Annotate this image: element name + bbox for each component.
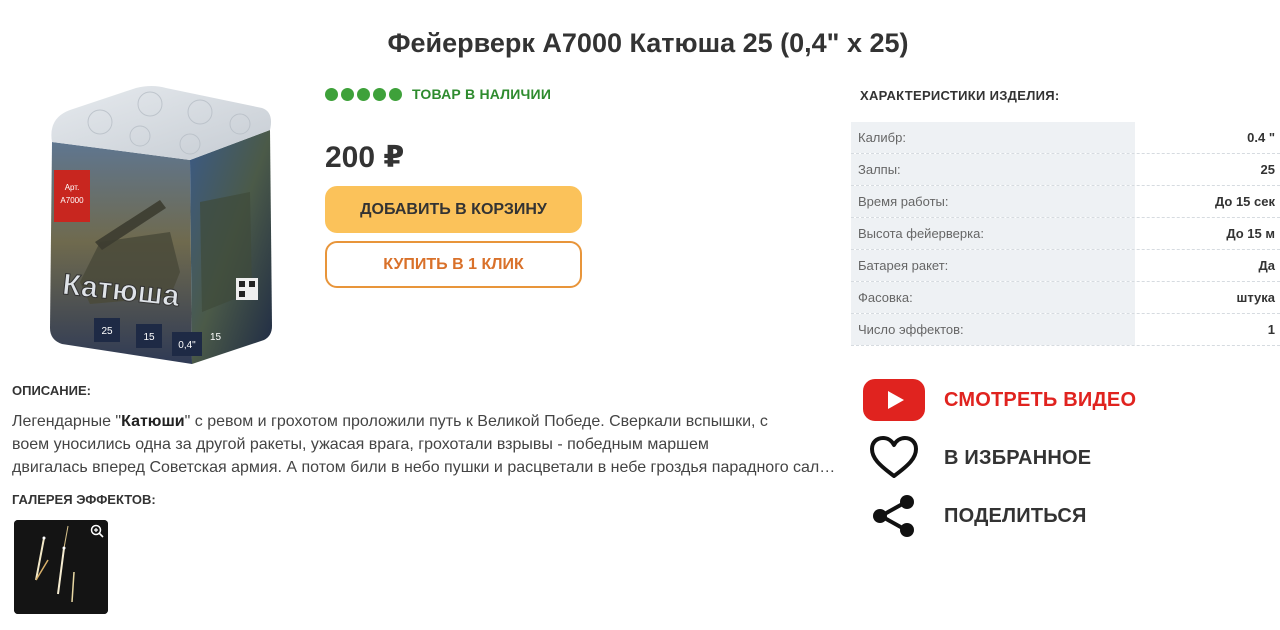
description-highlight: Катюши	[121, 413, 185, 430]
description-line: воем уносились одна за другой ракеты, уж…	[12, 436, 709, 453]
svg-text:15: 15	[143, 332, 155, 343]
stock-dot	[389, 87, 402, 101]
svg-text:15: 15	[210, 332, 222, 343]
add-to-cart-button[interactable]: ДОБАВИТЬ В КОРЗИНУ	[325, 186, 582, 233]
watch-video-label: СМОТРЕТЬ ВИДЕО	[944, 388, 1137, 411]
share-label: ПОДЕЛИТЬСЯ	[944, 504, 1087, 527]
spec-value: штука	[1236, 290, 1276, 305]
stock-dot	[373, 87, 386, 101]
buy-one-click-button[interactable]: КУПИТЬ В 1 КЛИК	[325, 241, 582, 288]
spec-name: Время работы:	[851, 186, 1135, 217]
gallery-title: ГАЛЕРЕЯ ЭФФЕКТОВ:	[12, 492, 156, 507]
spec-row: Калибр: 0.4 "	[851, 122, 1280, 154]
add-to-favorites-label: В ИЗБРАННОЕ	[944, 446, 1092, 469]
description-fragment: " с ревом и грохотом проложили путь к Ве…	[184, 413, 768, 430]
description-title: ОПИСАНИЕ:	[12, 383, 91, 398]
description-line: двигалась вперед Советская армия. А пото…	[12, 459, 842, 476]
svg-text:0,4": 0,4"	[178, 340, 196, 351]
spec-row: Время работы: До 15 сек	[851, 186, 1280, 218]
stock-rating-dots	[325, 87, 402, 101]
spec-value: До 15 м	[1226, 226, 1275, 241]
spec-value: 0.4 "	[1247, 130, 1275, 145]
spec-name: Залпы:	[851, 154, 1135, 185]
spec-row: Фасовка: штука	[851, 282, 1280, 314]
spec-row: Батарея ракет: Да	[851, 250, 1280, 282]
heart-icon	[863, 436, 925, 480]
specs-title: ХАРАКТЕРИСТИКИ ИЗДЕЛИЯ:	[860, 88, 1060, 103]
spec-row: Залпы: 25	[851, 154, 1280, 186]
watch-video-link[interactable]: СМОТРЕТЬ ВИДЕО	[863, 378, 1136, 422]
specs-table: Калибр: 0.4 " Залпы: 25 Время работы: До…	[851, 122, 1280, 346]
spec-name: Число эффектов:	[851, 314, 1135, 345]
stock-dot	[357, 87, 370, 101]
description-fragment: Легендарные "	[12, 413, 122, 430]
share-icon	[863, 494, 925, 538]
product-image[interactable]: Арт. А7000 Катюша 25 15 0,4" 15	[40, 82, 280, 372]
spec-value: 1	[1267, 322, 1275, 337]
stock-dot	[341, 87, 354, 101]
svg-text:А7000: А7000	[60, 196, 84, 205]
add-to-favorites-link[interactable]: В ИЗБРАННОЕ	[863, 436, 1091, 480]
stock-status: ТОВАР В НАЛИЧИИ	[325, 86, 551, 102]
stock-dot	[325, 87, 338, 101]
spec-value: До 15 сек	[1214, 194, 1275, 209]
youtube-play-icon	[863, 378, 925, 422]
spec-value: Да	[1258, 258, 1276, 273]
spec-name: Батарея ракет:	[851, 250, 1135, 281]
spec-value: 25	[1260, 162, 1275, 177]
firework-battery-box-image: Арт. А7000 Катюша 25 15 0,4" 15	[50, 86, 272, 364]
spec-row: Высота фейерверка: До 15 м	[851, 218, 1280, 250]
description-line: Легендарные "Катюши" с ревом и грохотом …	[12, 410, 842, 433]
svg-text:Арт.: Арт.	[65, 183, 80, 192]
spec-name: Высота фейерверка:	[851, 218, 1135, 249]
spec-name: Фасовка:	[851, 282, 1135, 313]
stock-label: ТОВАР В НАЛИЧИИ	[412, 86, 552, 102]
share-link[interactable]: ПОДЕЛИТЬСЯ	[863, 494, 1087, 538]
spec-row: Число эффектов: 1	[851, 314, 1280, 346]
spec-name: Калибр:	[851, 122, 1135, 153]
description-text: Легендарные "Катюши" с ревом и грохотом …	[12, 410, 842, 479]
price: 200 ₽	[325, 141, 405, 174]
gallery-thumbnail[interactable]	[14, 520, 108, 614]
zoom-in-icon	[90, 524, 104, 538]
page-title: Фейерверк А7000 Катюша 25 (0,4" х 25)	[387, 28, 909, 58]
svg-text:25: 25	[101, 326, 113, 337]
